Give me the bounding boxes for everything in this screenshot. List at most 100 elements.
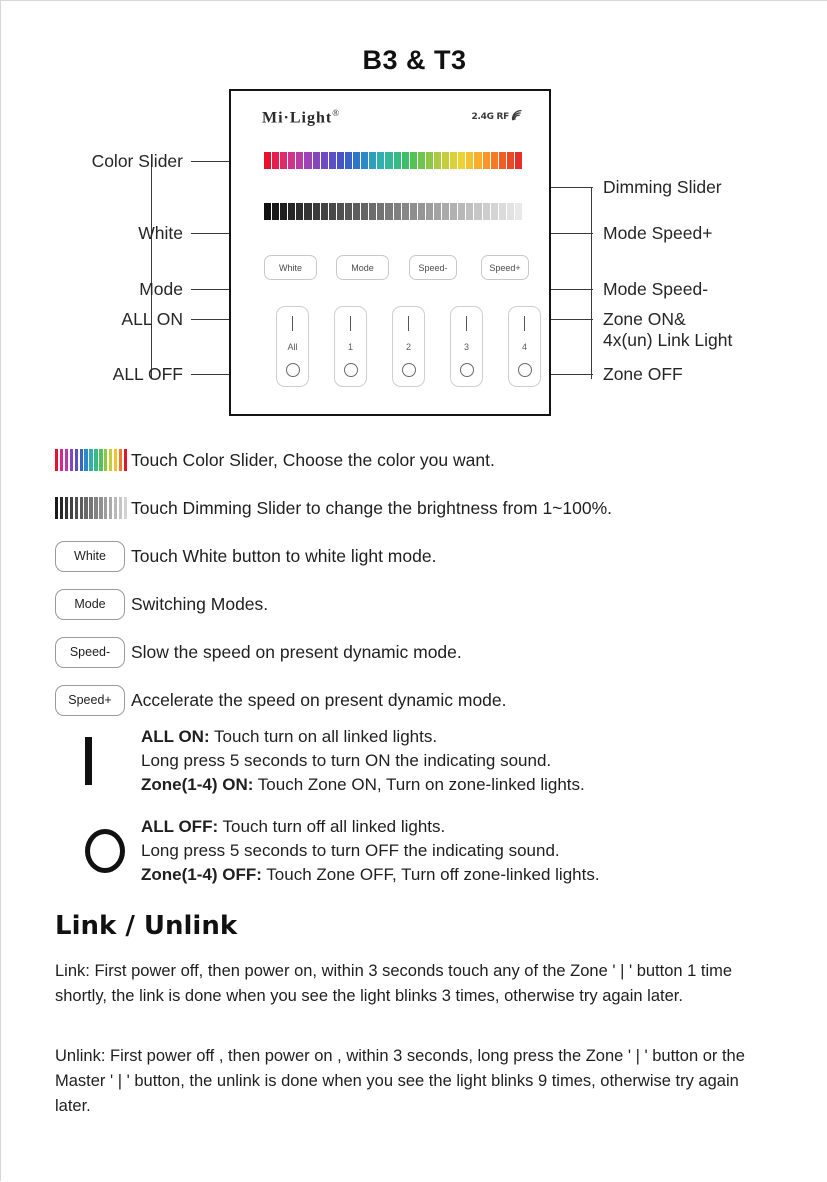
legend-speed-up-button-pill[interactable]: Speed+	[55, 684, 125, 716]
color-slider-bar[interactable]	[498, 152, 506, 169]
color-slider-bar[interactable]	[450, 152, 458, 169]
zone-on-icon[interactable]	[407, 316, 410, 331]
color-slider-bar[interactable]	[353, 152, 361, 169]
dimming-slider-bar[interactable]	[450, 203, 458, 220]
color-slider-bar[interactable]	[312, 152, 320, 169]
zone-off-icon[interactable]	[343, 363, 358, 377]
legend-mode-button-pill[interactable]: Mode	[55, 588, 125, 620]
color-slider-bar[interactable]	[409, 152, 417, 169]
dimming-slider-bar[interactable]	[328, 203, 336, 220]
zone-all[interactable]: All	[276, 306, 309, 387]
legend-dimming-slider-text: Touch Dimming Slider to change the brigh…	[131, 497, 613, 518]
speed-up-button-label: Speed+	[489, 262, 521, 273]
color-slider-bar[interactable]	[417, 152, 425, 169]
zone-3[interactable]: 3	[450, 306, 483, 387]
color-slider[interactable]	[264, 152, 522, 169]
color-slider-bar[interactable]	[482, 152, 490, 169]
color-slider-bar[interactable]	[377, 152, 385, 169]
callout-zone-on: Zone ON& 4x(un) Link Light	[603, 309, 732, 351]
color-slider-bar[interactable]	[433, 152, 442, 169]
dimming-slider-bar[interactable]	[425, 203, 433, 220]
zone-off-icon[interactable]	[401, 363, 416, 377]
color-slider-bar[interactable]	[288, 152, 296, 169]
color-slider-bar[interactable]	[264, 152, 272, 169]
zone-1[interactable]: 1	[334, 306, 367, 387]
white-button[interactable]: White	[264, 255, 317, 280]
dimming-slider-bar[interactable]	[393, 203, 401, 220]
all-on-line1: ALL ON: Touch turn on all linked lights.	[141, 725, 585, 749]
dimming-slider-bar[interactable]	[401, 203, 409, 220]
legend-speed-down-button-text: Slow the speed on present dynamic mode.	[131, 641, 462, 662]
legend-speed-down-button-pill[interactable]: Speed-	[55, 636, 125, 668]
color-slider-bar[interactable]	[425, 152, 433, 169]
color-slider-bar[interactable]	[393, 152, 401, 169]
dimming-slider[interactable]	[264, 203, 522, 220]
speed-up-button[interactable]: Speed+	[481, 255, 529, 280]
color-slider-bar[interactable]	[272, 152, 280, 169]
zone-on-icon[interactable]	[465, 316, 468, 331]
zone-4[interactable]: 4	[508, 306, 541, 387]
color-slider-bar[interactable]	[344, 152, 353, 169]
dimming-slider-bar[interactable]	[506, 203, 514, 220]
color-slider-bar[interactable]	[328, 152, 336, 169]
dimming-slider-bar[interactable]	[344, 203, 353, 220]
all-on-text: ALL ON: Touch turn on all linked lights.…	[141, 725, 585, 797]
dimming-slider-bar[interactable]	[336, 203, 344, 220]
zone-2[interactable]: 2	[392, 306, 425, 387]
color-slider-bar[interactable]	[296, 152, 304, 169]
legend-white-button: White Touch White button to white light m…	[55, 537, 775, 575]
color-slider-bar[interactable]	[514, 152, 522, 169]
dimming-slider-bar[interactable]	[296, 203, 304, 220]
dimming-slider-bar[interactable]	[272, 203, 280, 220]
dimming-slider-bar[interactable]	[369, 203, 377, 220]
zone-on-icon[interactable]	[349, 316, 352, 331]
zone-on-icon[interactable]	[523, 316, 526, 331]
dimming-slider-bar[interactable]	[377, 203, 385, 220]
color-slider-bar[interactable]	[466, 152, 474, 169]
mode-button[interactable]: Mode	[336, 255, 389, 280]
dimming-slider-bar[interactable]	[280, 203, 288, 220]
dimming-slider-bar[interactable]	[490, 203, 498, 220]
color-slider-bar[interactable]	[442, 152, 450, 169]
color-slider-bar[interactable]	[320, 152, 328, 169]
color-slider-bar[interactable]	[336, 152, 344, 169]
dimming-slider-bar[interactable]	[312, 203, 320, 220]
dimming-slider-bar[interactable]	[385, 203, 393, 220]
dimming-slider-bar[interactable]	[474, 203, 482, 220]
dimming-slider-bar[interactable]	[304, 203, 312, 220]
color-slider-bar[interactable]	[490, 152, 498, 169]
color-slider-bar[interactable]	[385, 152, 393, 169]
dimming-slider-bar[interactable]	[482, 203, 490, 220]
dimming-slider-bar[interactable]	[498, 203, 506, 220]
dimming-slider-bar[interactable]	[353, 203, 361, 220]
color-slider-bar[interactable]	[458, 152, 466, 169]
speed-down-button[interactable]: Speed-	[409, 255, 457, 280]
callout-white: White	[138, 223, 183, 243]
dimming-slider-bar[interactable]	[288, 203, 296, 220]
dimming-slider-bar[interactable]	[264, 203, 272, 220]
dimming-slider-bar[interactable]	[409, 203, 417, 220]
zone-on-icon[interactable]	[291, 316, 294, 331]
legend-mode-button-swatch: Mode	[55, 588, 131, 620]
dimming-slider-bar[interactable]	[514, 203, 522, 220]
dimming-slider-bar[interactable]	[320, 203, 328, 220]
dimming-slider-bar[interactable]	[361, 203, 369, 220]
power-on-bar-icon	[55, 725, 141, 797]
color-slider-bar[interactable]	[369, 152, 377, 169]
device-zone-row: All 1 2 3 4	[264, 306, 541, 387]
zone-off-icon[interactable]	[517, 363, 532, 377]
legend-white-button-pill[interactable]: White	[55, 540, 125, 572]
color-slider-bar[interactable]	[506, 152, 514, 169]
color-slider-bar[interactable]	[474, 152, 482, 169]
color-slider-bar[interactable]	[304, 152, 312, 169]
color-slider-bar[interactable]	[401, 152, 409, 169]
dimming-slider-bar[interactable]	[466, 203, 474, 220]
dimming-slider-bar[interactable]	[458, 203, 466, 220]
zone-off-icon[interactable]	[285, 363, 300, 377]
color-slider-bar[interactable]	[280, 152, 288, 169]
dimming-slider-bar[interactable]	[442, 203, 450, 220]
dimming-slider-bar[interactable]	[433, 203, 442, 220]
dimming-slider-bar[interactable]	[417, 203, 425, 220]
zone-off-icon[interactable]	[459, 363, 474, 377]
color-slider-bar[interactable]	[361, 152, 369, 169]
